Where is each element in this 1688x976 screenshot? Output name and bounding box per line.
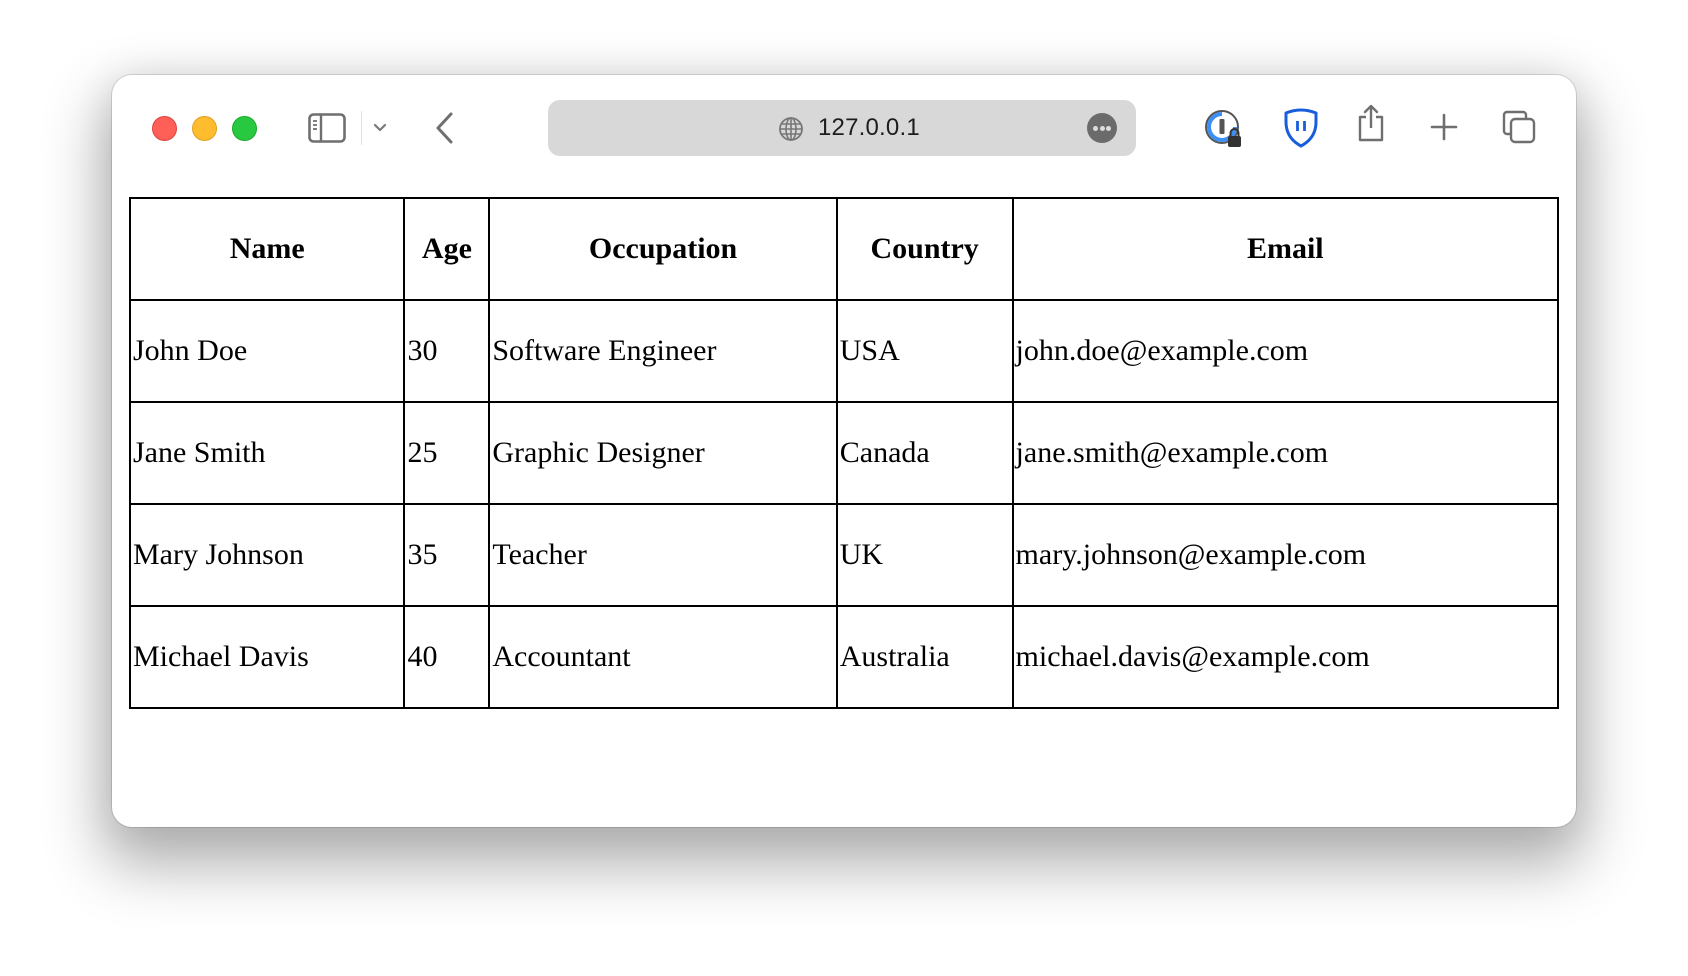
minimize-window-button[interactable] bbox=[192, 116, 217, 141]
url-text: 127.0.0.1 bbox=[818, 114, 920, 141]
cell-email: michael.davis@example.com bbox=[1011, 605, 1560, 709]
column-header-occupation: Occupation bbox=[488, 197, 838, 301]
cell-country: USA bbox=[835, 299, 1014, 403]
table-row: Mary Johnson 35 Teacher UK mary.johnson@… bbox=[128, 503, 1560, 607]
cell-country: UK bbox=[835, 503, 1014, 607]
cell-age: 30 bbox=[403, 299, 491, 403]
column-header-age: Age bbox=[403, 197, 491, 301]
more-icon-dot bbox=[1099, 126, 1105, 131]
toolbar-divider bbox=[361, 111, 362, 145]
table-header-row: Name Age Occupation Country Email bbox=[128, 197, 1560, 301]
password-manager-icon[interactable] bbox=[1204, 109, 1244, 149]
chevron-down-icon[interactable] bbox=[372, 117, 388, 139]
column-header-name: Name bbox=[128, 197, 406, 301]
new-tab-plus-icon[interactable] bbox=[1430, 113, 1458, 141]
column-header-country: Country bbox=[835, 197, 1014, 301]
cell-occupation: Teacher bbox=[488, 503, 838, 607]
cell-name: John Doe bbox=[128, 299, 406, 403]
tab-overview-icon[interactable] bbox=[1502, 110, 1536, 144]
bitwarden-shield-icon[interactable] bbox=[1282, 108, 1320, 148]
cell-email: mary.johnson@example.com bbox=[1011, 503, 1560, 607]
more-icon-dot bbox=[1093, 126, 1098, 131]
cell-name: Mary Johnson bbox=[128, 503, 406, 607]
more-icon-dot bbox=[1106, 126, 1111, 131]
browser-window: 127.0.0.1 Name Age Occupation Country Em… bbox=[112, 75, 1576, 827]
table-row: Michael Davis 40 Accountant Australia mi… bbox=[128, 605, 1560, 709]
sidebar-toggle-icon[interactable] bbox=[308, 113, 346, 143]
cell-age: 40 bbox=[403, 605, 491, 709]
browser-toolbar: 127.0.0.1 bbox=[112, 75, 1576, 181]
share-icon[interactable] bbox=[1356, 103, 1386, 143]
cell-occupation: Graphic Designer bbox=[488, 401, 838, 505]
cell-email: jane.smith@example.com bbox=[1011, 401, 1560, 505]
cell-name: Michael Davis bbox=[128, 605, 406, 709]
cell-email: john.doe@example.com bbox=[1011, 299, 1560, 403]
table-row: Jane Smith 25 Graphic Designer Canada ja… bbox=[128, 401, 1560, 505]
cell-name: Jane Smith bbox=[128, 401, 406, 505]
close-window-button[interactable] bbox=[152, 116, 177, 141]
cell-age: 35 bbox=[403, 503, 491, 607]
cell-age: 25 bbox=[403, 401, 491, 505]
back-icon[interactable] bbox=[434, 111, 456, 145]
cell-occupation: Software Engineer bbox=[488, 299, 838, 403]
page-menu-button[interactable] bbox=[1087, 113, 1117, 143]
cell-country: Canada bbox=[835, 401, 1014, 505]
maximize-window-button[interactable] bbox=[232, 116, 257, 141]
cell-country: Australia bbox=[835, 605, 1014, 709]
people-table: Name Age Occupation Country Email John D… bbox=[128, 197, 1560, 709]
globe-icon bbox=[779, 117, 803, 141]
cell-occupation: Accountant bbox=[488, 605, 838, 709]
table-row: John Doe 30 Software Engineer USA john.d… bbox=[128, 299, 1560, 403]
address-bar[interactable]: 127.0.0.1 bbox=[548, 100, 1136, 156]
column-header-email: Email bbox=[1011, 197, 1560, 301]
